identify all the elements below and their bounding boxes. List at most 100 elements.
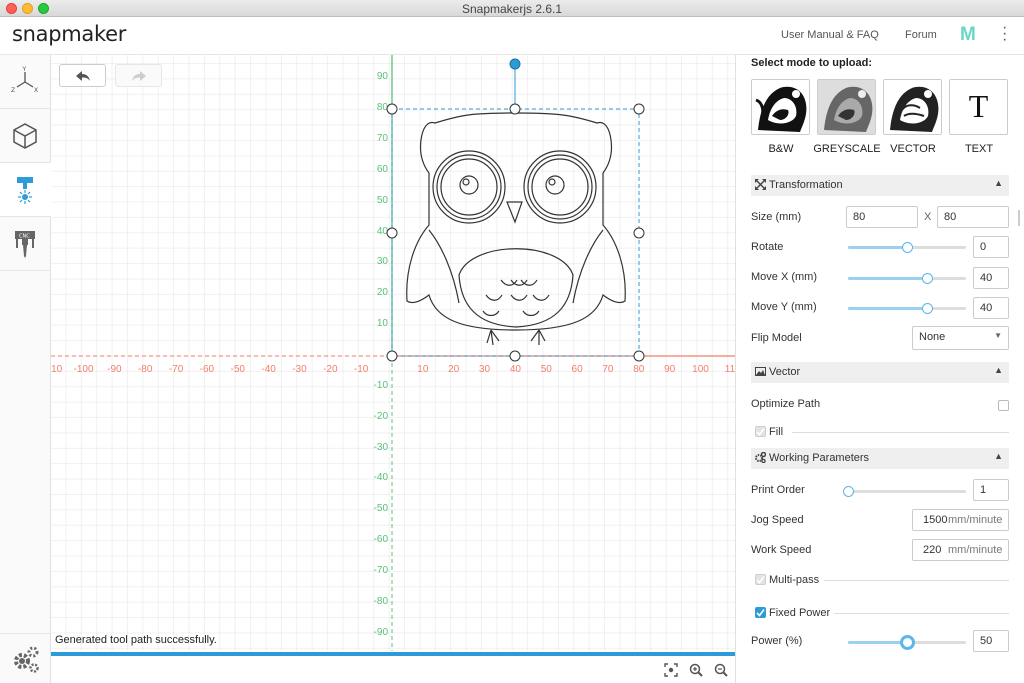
more-options-icon[interactable]: · · ·	[1002, 20, 1007, 48]
canvas-bottom-bar: Generated tool path successfully.	[51, 634, 735, 683]
fill-checkbox[interactable]	[755, 426, 766, 437]
move-y-slider[interactable]	[848, 303, 966, 314]
svg-text:X: X	[34, 87, 38, 94]
sidebar-item-laser[interactable]	[0, 163, 51, 217]
resize-handle-bl[interactable]	[386, 350, 398, 362]
workspace-canvas[interactable]: -100 -90 -80 -70 -60 -50 -40 -30 -20 -10 10 20 30 40 5…	[51, 55, 735, 655]
move-x-label: Move X (mm)	[751, 271, 817, 283]
fill-divider	[792, 432, 1009, 433]
jog-speed-input[interactable]: 1500 mm/minute	[912, 509, 1009, 531]
upload-mode-title: Select mode to upload:	[751, 57, 873, 69]
multi-pass-divider	[824, 580, 1009, 581]
print-order-input[interactable]: 1	[973, 479, 1009, 501]
rotate-handle[interactable]	[509, 58, 521, 70]
fixed-power-label: Fixed Power	[769, 607, 831, 619]
work-speed-value: 220	[923, 544, 942, 556]
cnc-icon: CNC	[15, 231, 35, 258]
collapse-chevron-icon[interactable]: ▲︎	[994, 365, 1003, 375]
size-label: Size (mm)	[751, 211, 802, 223]
fixed-power-checkbox[interactable]	[755, 607, 766, 618]
fit-view-icon[interactable]	[664, 663, 678, 677]
zoom-in-icon[interactable]	[689, 663, 703, 677]
resize-handle-br[interactable]	[633, 350, 645, 362]
resize-handle-l[interactable]	[386, 227, 398, 239]
owl-model[interactable]	[406, 112, 626, 346]
selection-box[interactable]	[386, 58, 645, 362]
greyscale-preview-image	[818, 80, 875, 134]
move-y-label: Move Y (mm)	[751, 301, 817, 313]
size-width-input[interactable]: 80	[846, 206, 918, 228]
jog-speed-label: Jog Speed	[751, 514, 804, 526]
power-input[interactable]: 50	[973, 630, 1009, 652]
svg-text:Y: Y	[22, 66, 27, 73]
vector-title: Vector	[769, 366, 801, 378]
size-height-input[interactable]: 80	[937, 206, 1009, 228]
working-params-title: Working Parameters	[769, 452, 870, 464]
laser-icon	[17, 177, 33, 204]
optimize-path-label: Optimize Path	[751, 398, 821, 410]
forum-link[interactable]: Forum	[905, 29, 937, 41]
optimize-path-checkbox[interactable]	[998, 400, 1009, 411]
flip-model-value: None	[919, 331, 946, 343]
panel-scrollbar[interactable]	[1018, 210, 1020, 226]
image-icon	[755, 367, 766, 376]
sidebar-item-cnc[interactable]: CNC	[0, 217, 51, 271]
transformation-section-header[interactable]: Transformation ▲︎	[751, 175, 1009, 196]
text-glyph-icon: T	[968, 88, 989, 124]
flip-model-label: Flip Model	[751, 332, 802, 344]
resize-handle-b[interactable]	[509, 350, 521, 362]
print-order-slider[interactable]	[843, 486, 966, 497]
gears-icon	[755, 452, 766, 463]
window-title: Snapmakerjs 2.6.1	[461, 2, 563, 16]
user-manual-link[interactable]: User Manual & FAQ	[781, 29, 879, 41]
work-speed-input[interactable]: 220 mm/minute	[912, 539, 1009, 561]
power-label: Power (%)	[751, 635, 803, 647]
resize-handle-r[interactable]	[633, 227, 645, 239]
sidebar-item-workspace[interactable]: Y Z X	[0, 55, 51, 109]
cnc-label: CNC	[19, 234, 30, 240]
xyz-axes-icon: Y Z X	[11, 66, 38, 94]
mode-text-label: TEXT	[964, 143, 994, 155]
resize-handle-t[interactable]	[509, 103, 521, 115]
mode-bw-button[interactable]	[751, 79, 810, 135]
mode-text-button[interactable]: T	[949, 79, 1008, 135]
move-x-input[interactable]: 40	[973, 267, 1009, 289]
right-panel: Select mode to upload: T B&W GREYSCALE V…	[735, 55, 1024, 683]
check-icon	[756, 609, 765, 617]
brand-mark-icon[interactable]: M	[960, 24, 976, 46]
mode-greyscale-button[interactable]	[817, 79, 876, 135]
move-y-input[interactable]: 40	[973, 297, 1009, 319]
size-separator: X	[924, 211, 932, 223]
move-x-slider[interactable]	[848, 273, 966, 284]
resize-handle-tr[interactable]	[633, 103, 645, 115]
multi-pass-checkbox[interactable]	[755, 574, 766, 585]
jog-speed-value: 1500	[923, 514, 948, 526]
check-icon	[756, 428, 765, 436]
settings-button[interactable]	[0, 633, 51, 683]
flip-model-select[interactable]: None ▼︎	[912, 326, 1009, 350]
svg-text:Z: Z	[11, 87, 15, 94]
vector-section-header[interactable]: Vector ▲︎	[751, 362, 1009, 383]
window-titlebar: Snapmakerjs 2.6.1	[0, 0, 1024, 17]
sidebar-item-3dp[interactable]	[0, 109, 51, 163]
collapse-chevron-icon[interactable]: ▲︎	[994, 178, 1003, 188]
transformation-title: Transformation	[769, 179, 843, 191]
check-icon	[756, 576, 765, 584]
vector-preview-image	[884, 80, 941, 134]
working-params-section-header[interactable]: Working Parameters ▲︎	[751, 448, 1009, 469]
collapse-chevron-icon[interactable]: ▲︎	[994, 451, 1003, 461]
progress-bar	[51, 652, 735, 656]
mode-vector-button[interactable]	[883, 79, 942, 135]
gear-icon	[14, 646, 39, 673]
power-slider[interactable]	[848, 635, 966, 650]
work-speed-label: Work Speed	[751, 544, 812, 556]
model-layer[interactable]	[51, 55, 735, 655]
bw-preview-image	[752, 80, 809, 134]
zoom-out-icon[interactable]	[714, 663, 728, 677]
resize-handle-tl[interactable]	[386, 103, 398, 115]
left-sidebar: Y Z X CNC	[0, 55, 51, 683]
snapmaker-logo: snapmaker	[12, 22, 127, 46]
rotate-slider[interactable]	[848, 242, 966, 253]
fill-label: Fill	[769, 426, 784, 438]
rotate-input[interactable]: 0	[973, 236, 1009, 258]
